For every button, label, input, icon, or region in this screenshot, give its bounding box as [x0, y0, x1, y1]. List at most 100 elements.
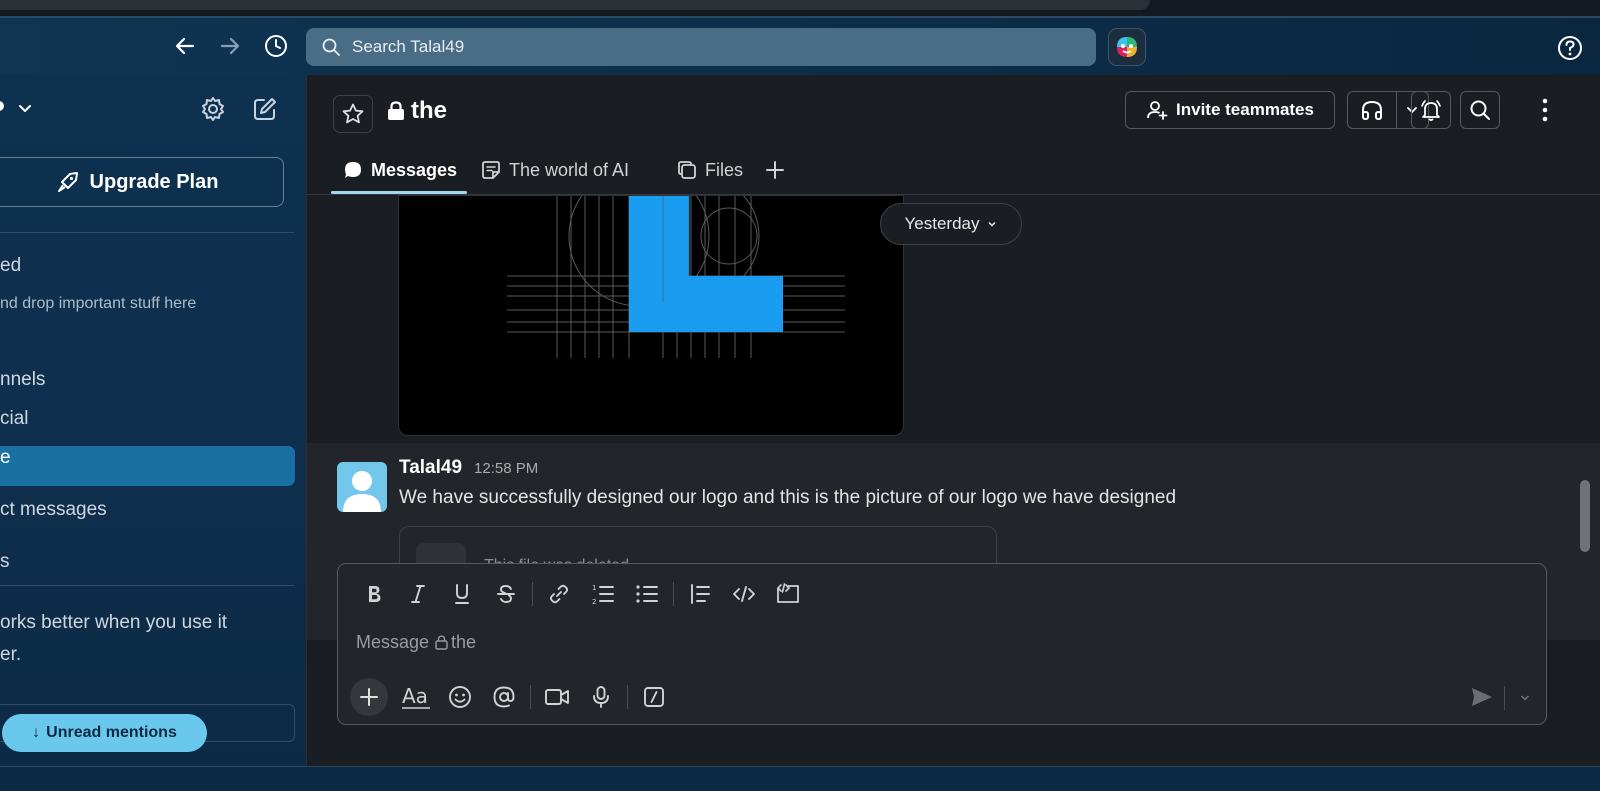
browser-top-strip — [0, 0, 1600, 18]
date-divider-button[interactable]: Yesterday — [880, 203, 1022, 245]
message-composer[interactable]: 12 Message the Aa — [337, 563, 1547, 725]
tab-messages-label: Messages — [371, 159, 458, 180]
date-divider-label: Yesterday — [904, 214, 980, 233]
desktop-banner-line1: orks better when you use it — [0, 612, 228, 633]
strikethrough-icon[interactable] — [484, 578, 528, 610]
svg-text:1: 1 — [592, 584, 596, 592]
slash-shortcut-icon[interactable] — [632, 681, 676, 713]
browser-tab-bar — [0, 0, 1150, 10]
active-tab-indicator — [331, 191, 467, 194]
avatar[interactable] — [337, 462, 387, 512]
plus-icon — [766, 161, 784, 179]
starred-hint: nd drop important stuff here — [0, 295, 197, 312]
emoji-icon[interactable] — [438, 681, 482, 713]
message-timestamp[interactable]: 12:58 PM — [474, 460, 538, 477]
chevron-down-icon — [988, 221, 997, 227]
apps-section-label[interactable]: s — [0, 551, 10, 573]
code-icon[interactable] — [722, 578, 766, 610]
video-clip-icon[interactable] — [535, 681, 579, 713]
channel-name: the — [411, 97, 447, 124]
schedule-send-chevron-icon[interactable] — [1512, 684, 1538, 712]
rocket-icon — [57, 172, 78, 192]
search-placeholder: Search Talal49 — [352, 37, 465, 56]
back-arrow-icon[interactable] — [172, 33, 198, 59]
send-button[interactable] — [1466, 682, 1498, 712]
tab-messages[interactable]: Messages — [343, 145, 457, 195]
sidebar-item-channel-active[interactable]: e — [0, 447, 11, 469]
lock-icon — [388, 101, 404, 120]
headphones-icon[interactable] — [1348, 92, 1397, 128]
message-author[interactable]: Talal49 — [399, 457, 462, 479]
channel-header: the Invite teammates — [307, 75, 1600, 145]
underline-icon[interactable] — [440, 578, 484, 610]
forward-arrow-icon[interactable] — [217, 33, 243, 59]
starred-section-label[interactable]: ed — [0, 255, 21, 277]
add-tab-button[interactable] — [765, 145, 785, 195]
formatting-toolbar: 12 — [352, 576, 810, 612]
microphone-icon[interactable] — [579, 681, 623, 713]
message-placeholder-prefix: Message — [356, 632, 430, 652]
blockquote-icon[interactable] — [678, 578, 722, 610]
notification-bell-button[interactable] — [1411, 91, 1451, 129]
unread-mentions-label: Unread mentions — [46, 724, 177, 741]
upgrade-plan-label: Upgrade Plan — [89, 170, 219, 193]
logo-image-attachment[interactable] — [398, 195, 904, 436]
svg-text:2: 2 — [592, 598, 596, 605]
composer-actions: Aa — [350, 678, 676, 716]
help-icon[interactable] — [1557, 35, 1583, 61]
search-icon — [1470, 100, 1490, 120]
attach-plus-button[interactable] — [350, 678, 388, 716]
tab-canvas[interactable]: The world of AI — [481, 145, 629, 195]
tab-canvas-label: The world of AI — [509, 159, 630, 180]
code-block-icon[interactable] — [766, 578, 810, 610]
bell-icon — [1421, 100, 1441, 121]
star-button[interactable] — [333, 95, 373, 133]
message-input[interactable]: Message the — [356, 632, 476, 653]
files-icon — [678, 161, 696, 179]
divider — [1504, 686, 1505, 710]
channel-view: the Invite teammates Messages The world … — [306, 75, 1600, 766]
desktop-banner-line2: er. — [0, 644, 22, 665]
upgrade-plan-button[interactable]: Upgrade Plan — [0, 157, 284, 207]
text-format-icon[interactable]: Aa — [394, 681, 438, 713]
italic-icon[interactable] — [396, 578, 440, 610]
window-bottom-bar — [0, 766, 1600, 791]
search-in-channel-button[interactable] — [1460, 91, 1500, 129]
arrow-down-icon: ↓ — [32, 724, 41, 741]
svg-text:Aa: Aa — [402, 684, 428, 708]
unread-mentions-button[interactable]: ↓ Unread mentions — [2, 714, 207, 752]
channels-section-label[interactable]: nnels — [0, 369, 45, 391]
sidebar-item-active-bg — [0, 446, 295, 486]
search-bar[interactable]: Search Talal49 — [306, 28, 1096, 66]
channel-tabs: Messages The world of AI Files — [307, 145, 1600, 195]
app-assistant-icon[interactable] — [1108, 28, 1146, 66]
divider — [532, 582, 533, 606]
chevron-down-icon[interactable] — [14, 97, 36, 119]
add-user-icon — [1147, 101, 1168, 120]
user-avatar-icon — [343, 471, 381, 512]
message-header: Talal49 12:58 PM — [399, 457, 538, 479]
ordered-list-icon[interactable]: 12 — [581, 578, 625, 610]
link-icon[interactable] — [537, 578, 581, 610]
gear-icon[interactable] — [199, 95, 227, 123]
workspace-dot-icon — [0, 101, 4, 111]
bold-icon[interactable] — [352, 578, 396, 610]
scrollbar[interactable] — [1580, 480, 1590, 552]
invite-teammates-label: Invite teammates — [1176, 100, 1314, 119]
mention-icon[interactable] — [482, 681, 526, 713]
more-options-icon[interactable] — [1535, 95, 1555, 125]
history-clock-icon[interactable] — [263, 33, 289, 59]
star-icon — [342, 103, 364, 124]
channel-title[interactable]: the — [387, 97, 447, 125]
bulleted-list-icon[interactable] — [625, 578, 669, 610]
compose-icon[interactable] — [251, 95, 279, 123]
direct-messages-section-label[interactable]: ct messages — [0, 499, 107, 521]
divider — [530, 685, 531, 709]
sidebar: Upgrade Plan ed nd drop important stuff … — [0, 75, 306, 766]
sidebar-item-channel[interactable]: cial — [0, 408, 29, 430]
message-text: We have successfully designed our logo a… — [399, 487, 1177, 508]
tab-files[interactable]: Files — [677, 145, 743, 195]
tab-files-label: Files — [705, 159, 744, 180]
invite-teammates-button[interactable]: Invite teammates — [1125, 91, 1335, 129]
message-bubble-icon — [345, 162, 361, 178]
